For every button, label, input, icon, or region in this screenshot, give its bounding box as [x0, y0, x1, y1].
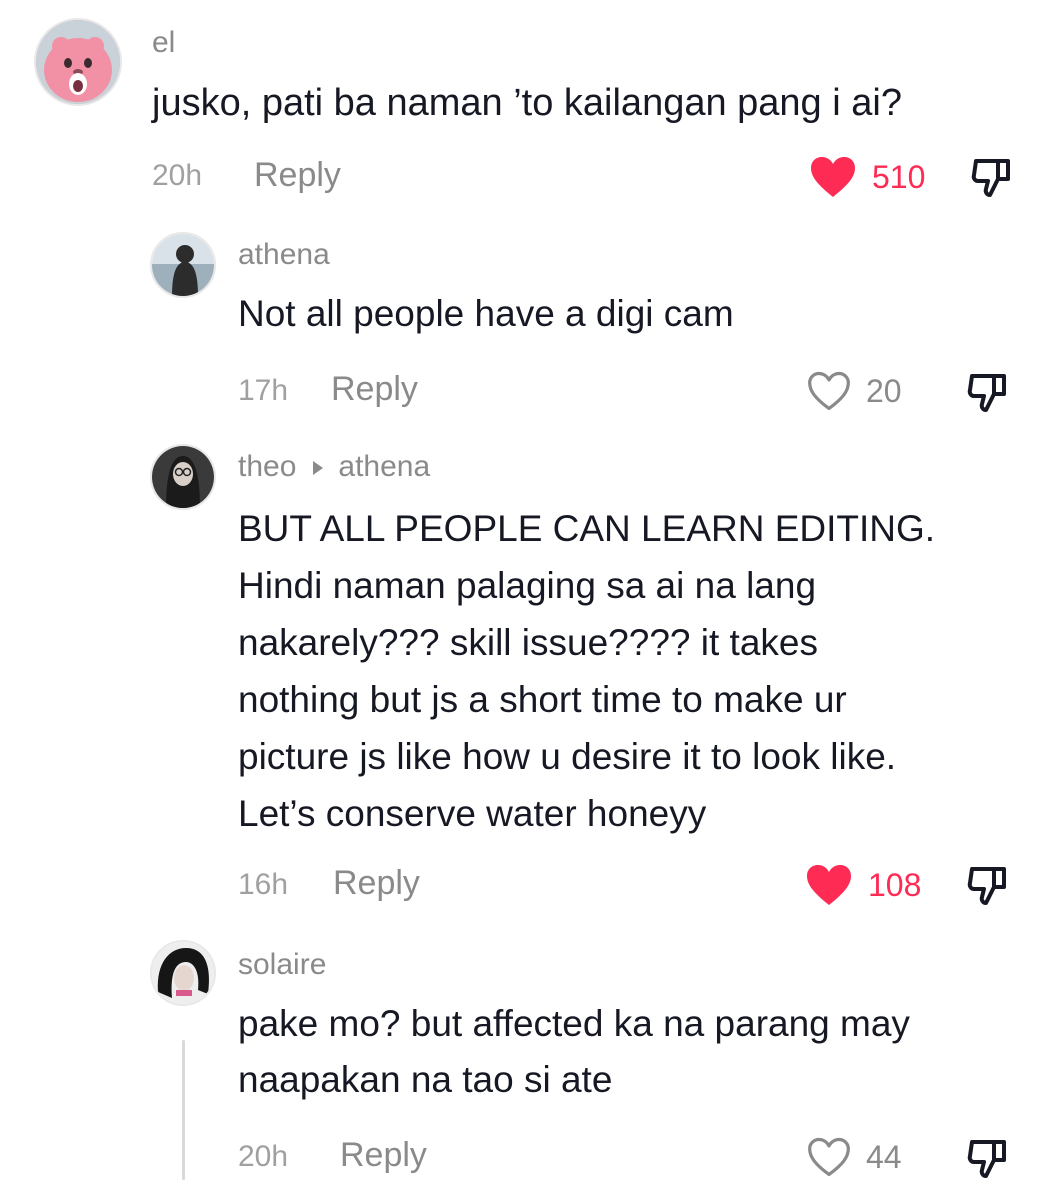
comment-line: Hindi naman palaging sa ai na lang	[238, 565, 817, 606]
comment-line: Not all people have a digi cam	[238, 293, 734, 334]
avatar[interactable]	[150, 232, 216, 298]
thumbs-down-icon	[967, 867, 1006, 905]
thumbs-down-icon	[971, 159, 1010, 197]
heart-outline-icon	[808, 1137, 850, 1177]
reply-button[interactable]: Reply	[333, 864, 420, 903]
like-button[interactable]: 108	[804, 858, 921, 912]
comment-text: pake mo? but affected ka na parang may n…	[238, 996, 910, 1108]
like-button[interactable]: 510	[808, 150, 925, 204]
heart-filled-icon	[807, 865, 851, 905]
timestamp: 16h	[238, 868, 289, 901]
like-count: 510	[872, 158, 926, 195]
username[interactable]: theo	[238, 450, 296, 484]
timestamp: 17h	[238, 374, 289, 407]
comment-line: pake mo? but affected ka na parang may	[238, 1003, 910, 1044]
timestamp: 20h	[152, 159, 203, 192]
dislike-button[interactable]	[964, 1134, 1012, 1187]
dislike-button[interactable]	[968, 153, 1016, 206]
avatar[interactable]	[34, 18, 122, 106]
comment: athena Not all people have a digi cam 17…	[0, 210, 1061, 440]
pink-creature-avatar-icon	[36, 20, 120, 104]
thumbs-down-icon	[967, 374, 1006, 412]
username[interactable]: athena	[238, 238, 330, 272]
comment-line: nothing but js a short time to make ur	[238, 679, 847, 720]
comment-text: BUT ALL PEOPLE CAN LEARN EDITING. Hindi …	[238, 500, 935, 842]
silhouette-beach-avatar-icon	[152, 234, 214, 296]
like-button[interactable]: 44	[806, 1130, 902, 1184]
comment-line: Let’s conserve water honeyy	[238, 793, 707, 834]
comment-text: jusko, pati ba naman ’to kailangan pang …	[152, 78, 902, 128]
heart-filled-icon	[811, 157, 855, 197]
comment-line: jusko, pati ba naman ’to kailangan pang …	[152, 82, 902, 124]
comment: solaire pake mo? but affected ka na para…	[0, 930, 1061, 1200]
reply-button[interactable]: Reply	[254, 156, 341, 195]
comment-text: Not all people have a digi cam	[238, 290, 734, 338]
thumbs-down-icon	[967, 1140, 1006, 1178]
dark-hair-avatar-icon	[152, 942, 214, 1004]
triangle-right-icon	[312, 450, 324, 484]
reply-to-username[interactable]: athena	[338, 450, 430, 484]
comment: el jusko, pati ba naman ’to kailangan pa…	[0, 0, 1061, 210]
comment-line: nakarely??? skill issue???? it takes	[238, 622, 818, 663]
comment: theo athena BUT ALL PEOPLE CAN LEARN EDI…	[0, 440, 1061, 930]
like-count: 44	[866, 1138, 902, 1175]
like-count: 20	[866, 372, 902, 409]
username[interactable]: el	[152, 26, 175, 60]
heart-outline-icon	[808, 371, 850, 411]
like-button[interactable]: 20	[806, 364, 902, 418]
avatar[interactable]	[150, 444, 216, 510]
comment-line: naapakan na tao si ate	[238, 1059, 613, 1100]
dislike-button[interactable]	[964, 368, 1012, 421]
reply-button[interactable]: Reply	[331, 370, 418, 409]
username-row: theo athena	[238, 450, 430, 484]
timestamp: 20h	[238, 1140, 289, 1173]
like-count: 108	[868, 866, 922, 903]
username[interactable]: solaire	[238, 948, 326, 982]
comment-line: picture js like how u desire it to look …	[238, 736, 897, 777]
comment-line: BUT ALL PEOPLE CAN LEARN EDITING.	[238, 508, 936, 549]
reply-button[interactable]: Reply	[340, 1136, 427, 1175]
avatar[interactable]	[150, 940, 216, 1006]
person-glasses-avatar-icon	[152, 446, 214, 508]
dislike-button[interactable]	[964, 861, 1012, 914]
